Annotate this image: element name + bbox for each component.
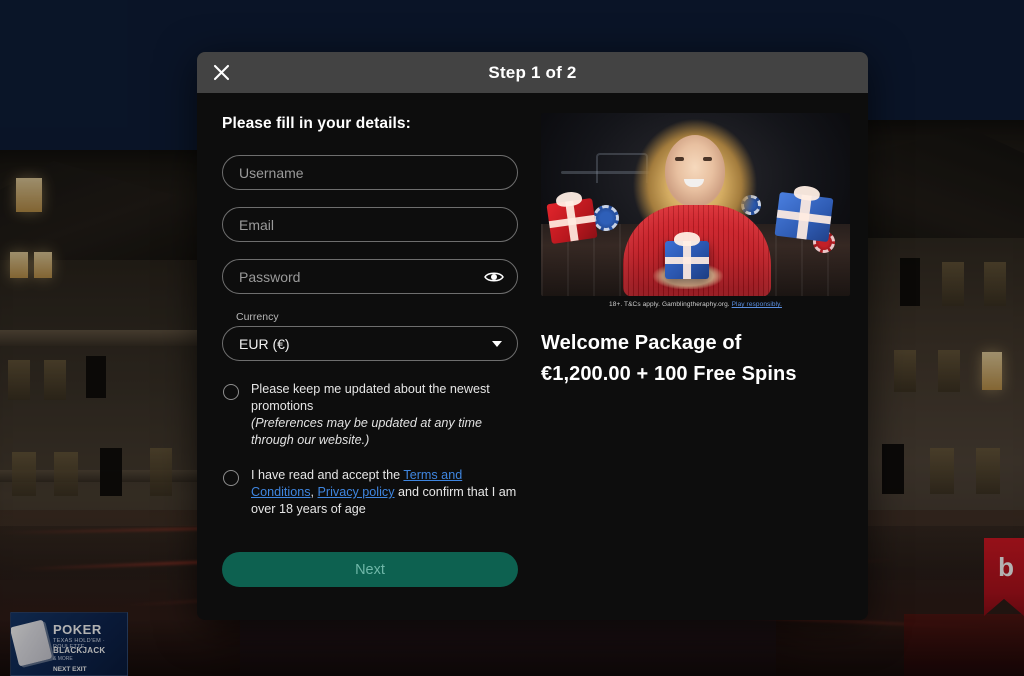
gift-box-blue [774, 184, 834, 243]
close-icon[interactable] [207, 59, 235, 87]
modal-header: Step 1 of 2 [197, 52, 868, 93]
welcome-package-line2: €1,200.00 + 100 Free Spins [541, 363, 797, 385]
gift-ribbon-horizontal [665, 256, 709, 264]
modal-body: Please fill in your details: Username Em… [197, 93, 868, 620]
currency-select-wrapper: EUR (€) [222, 326, 518, 361]
password-input[interactable] [222, 259, 518, 294]
caption-text: 18+. T&Cs apply. Gamblingtheraphy.org. [609, 301, 732, 308]
promotions-consent-note: (Preferences may be updated at any time … [251, 416, 483, 447]
password-field-wrapper [222, 259, 518, 294]
promotions-consent-label: Please keep me updated about the newest … [251, 381, 522, 449]
form-heading: Please fill in your details: [222, 115, 411, 132]
promotions-consent-text: Please keep me updated about the newest … [251, 382, 490, 413]
play-responsibly-link[interactable]: Play responsibly. [732, 301, 782, 308]
currency-select[interactable]: EUR (€) [222, 326, 518, 361]
terms-consent-label: I have read and accept the Terms and Con… [251, 467, 522, 518]
username-field-wrapper [222, 155, 518, 190]
gift-box-red [546, 190, 598, 245]
welcome-package-line1: Welcome Package of [541, 332, 742, 354]
registration-modal: Step 1 of 2 Please fill in your details: [197, 52, 868, 620]
model-eye [675, 157, 684, 161]
page-title: Step 1 of 2 [488, 62, 577, 82]
promo-panel: 18+. T&Cs apply. Gamblingtheraphy.org. P… [523, 93, 868, 620]
email-field-wrapper [222, 207, 518, 242]
promotions-consent-row[interactable]: Please keep me updated about the newest … [222, 381, 522, 449]
model-eye [703, 157, 712, 161]
model-face [665, 135, 725, 207]
screen: POKER TEXAS HOLD'EM · ROULETTE BLACKJACK… [0, 0, 1024, 676]
terms-separator: , [310, 485, 318, 499]
username-input[interactable] [222, 155, 518, 190]
welcome-package-heading: Welcome Package of €1,200.00 + 100 Free … [541, 328, 850, 390]
promo-image [541, 113, 850, 296]
next-button[interactable]: Next [222, 552, 518, 587]
gift-bow [674, 232, 700, 246]
promotions-checkbox[interactable] [223, 384, 239, 400]
privacy-policy-link[interactable]: Privacy policy [318, 485, 395, 499]
registration-form: Please fill in your details: Username Em… [197, 93, 523, 620]
gift-box-held [665, 232, 709, 279]
email-input[interactable] [222, 207, 518, 242]
terms-checkbox[interactable] [223, 470, 239, 486]
terms-consent-row[interactable]: I have read and accept the Terms and Con… [222, 467, 522, 518]
terms-text-before: I have read and accept the [251, 468, 404, 482]
currency-label: Currency [236, 311, 279, 323]
eye-icon[interactable] [483, 266, 505, 288]
promo-legal-caption: 18+. T&Cs apply. Gamblingtheraphy.org. P… [541, 301, 850, 308]
